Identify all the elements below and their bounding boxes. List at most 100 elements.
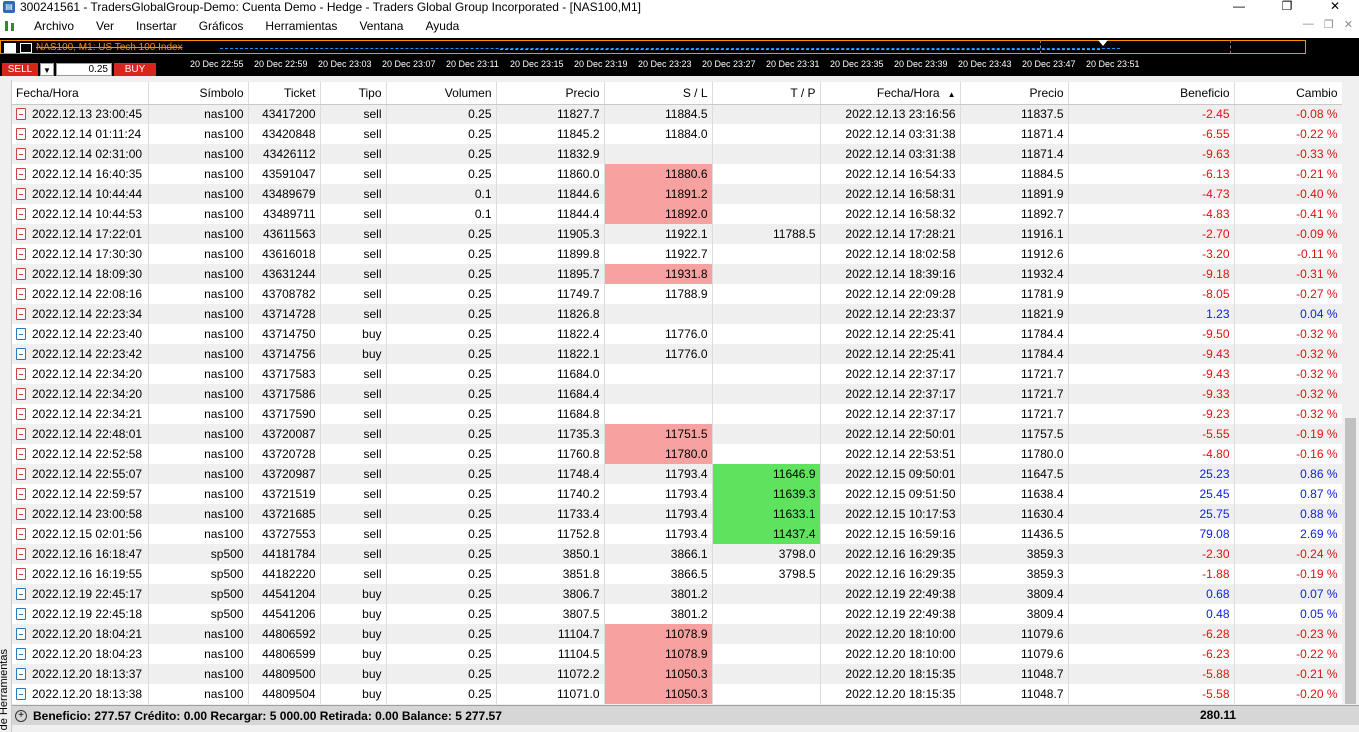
mdi-minimize-icon[interactable]: —: [1303, 18, 1314, 31]
cell-ticket: 43717586: [248, 384, 321, 404]
table-row[interactable]: 2022.12.14 22:23:40 nas100 43714750 buy 0.25…: [12, 324, 1342, 344]
minimize-button[interactable]: —: [1215, 0, 1263, 14]
col-open-price[interactable]: Precio: [496, 82, 605, 105]
menu-bar: Archivo Ver Insertar Gráficos Herramient…: [0, 14, 1359, 38]
cell-volume: 0.1: [386, 204, 497, 224]
open-time-text: 2022.12.14 22:55:07: [32, 467, 143, 481]
col-change[interactable]: Cambio: [1234, 82, 1342, 105]
table-row[interactable]: 2022.12.14 16:40:35 nas100 43591047 sell 0.2…: [12, 164, 1342, 184]
lot-size-input[interactable]: [56, 63, 112, 76]
cell-open-time: 2022.12.14 18:09:30: [12, 264, 149, 284]
menu-insertar[interactable]: Insertar: [125, 14, 188, 38]
menu-ventana[interactable]: Ventana: [348, 14, 414, 38]
table-row[interactable]: 2022.12.13 23:00:45 nas100 43417200 sell 0.2…: [12, 104, 1342, 124]
cell-tp: 3798.5: [712, 564, 821, 584]
table-row[interactable]: 2022.12.14 22:34:21 nas100 43717590 sell 0.2…: [12, 404, 1342, 424]
table-row[interactable]: 2022.12.14 02:31:00 nas100 43426112 sell 0.2…: [12, 144, 1342, 164]
cell-ticket: 43489679: [248, 184, 321, 204]
cell-change: -0.41 %: [1234, 204, 1342, 224]
table-row[interactable]: 2022.12.20 18:04:21 nas100 44806592 buy 0.25…: [12, 624, 1342, 644]
time-axis: 20 Dec 22:55 20 Dec 22:59 20 Dec 23:03 2…: [190, 59, 1150, 69]
cell-close-time: 2022.12.14 22:25:41: [820, 324, 961, 344]
cell-close-price: 11871.4: [960, 144, 1069, 164]
table-row[interactable]: 2022.12.14 22:23:42 nas100 43714756 buy 0.25…: [12, 344, 1342, 364]
cell-close-price: 11079.6: [960, 624, 1069, 644]
chart-app-icon[interactable]: [3, 19, 17, 33]
cell-change: -0.32 %: [1234, 404, 1342, 424]
cell-close-price: 11048.7: [960, 684, 1069, 704]
table-row[interactable]: 2022.12.14 22:08:16 nas100 43708782 sell 0.2…: [12, 284, 1342, 304]
chart-window[interactable]: NAS100, M1: US Tech 100 Index 20 Dec 22:…: [0, 38, 1359, 76]
toolbox-side-tab[interactable]: de Herramientas: [0, 80, 12, 732]
grid-icon: [4, 42, 16, 53]
cell-profit: -9.18: [1068, 264, 1235, 284]
table-row[interactable]: 2022.12.14 22:34:20 nas100 43717583 sell 0.2…: [12, 364, 1342, 384]
col-volume[interactable]: Volumen: [386, 82, 497, 105]
col-open-time[interactable]: Fecha/Hora: [12, 82, 149, 105]
menu-herramientas[interactable]: Herramientas: [254, 14, 348, 38]
sell-button[interactable]: SELL: [2, 63, 38, 76]
cell-volume: 0.25: [386, 584, 497, 604]
table-row[interactable]: 2022.12.19 22:45:17 sp500 44541204 buy 0.25 3…: [12, 584, 1342, 604]
open-time-text: 2022.12.14 22:34:20: [32, 367, 143, 381]
col-type[interactable]: Tipo: [320, 82, 387, 105]
cell-profit: 79.08: [1068, 524, 1235, 544]
cell-volume: 0.25: [386, 324, 497, 344]
menu-ver[interactable]: Ver: [85, 14, 125, 38]
buy-button[interactable]: BUY: [114, 63, 156, 76]
table-row[interactable]: 2022.12.16 16:18:47 sp500 44181784 sell 0.25…: [12, 544, 1342, 564]
table-row[interactable]: 2022.12.14 22:55:07 nas100 43720987 sell 0.2…: [12, 464, 1342, 484]
cell-type: sell: [320, 304, 387, 324]
table-row[interactable]: 2022.12.20 18:13:37 nas100 44809500 buy 0.25…: [12, 664, 1342, 684]
sell-order-icon: [16, 368, 26, 380]
cell-profit: 25.23: [1068, 464, 1235, 484]
col-profit[interactable]: Beneficio: [1068, 82, 1235, 105]
cell-tp: [712, 244, 821, 264]
col-symbol[interactable]: Símbolo: [148, 82, 249, 105]
table-row[interactable]: 2022.12.14 10:44:44 nas100 43489679 sell 0.1…: [12, 184, 1342, 204]
close-button[interactable]: ✕: [1311, 0, 1359, 14]
table-row[interactable]: 2022.12.14 23:00:58 nas100 43721685 sell 0.2…: [12, 504, 1342, 524]
table-row[interactable]: 2022.12.14 18:09:30 nas100 43631244 sell 0.2…: [12, 264, 1342, 284]
col-sl[interactable]: S / L: [604, 82, 713, 105]
sell-order-icon: [16, 228, 26, 240]
table-row[interactable]: 2022.12.14 22:48:01 nas100 43720087 sell 0.2…: [12, 424, 1342, 444]
table-row[interactable]: 2022.12.16 16:19:55 sp500 44182220 sell 0.25…: [12, 564, 1342, 584]
table-row[interactable]: 2022.12.19 22:45:18 sp500 44541206 buy 0.25 3…: [12, 604, 1342, 624]
cell-volume: 0.25: [386, 384, 497, 404]
table-row[interactable]: 2022.12.14 22:52:58 nas100 43720728 sell 0.2…: [12, 444, 1342, 464]
mdi-restore-icon[interactable]: ❐: [1324, 18, 1334, 31]
cell-volume: 0.25: [386, 444, 497, 464]
menu-archivo[interactable]: Archivo: [23, 14, 85, 38]
table-row[interactable]: 2022.12.14 17:30:30 nas100 43616018 sell 0.2…: [12, 244, 1342, 264]
cell-close-price: 3859.3: [960, 544, 1069, 564]
cell-change: -0.08 %: [1234, 104, 1342, 124]
table-row[interactable]: 2022.12.14 22:59:57 nas100 43721519 sell 0.2…: [12, 484, 1342, 504]
table-row[interactable]: 2022.12.20 18:13:38 nas100 44809504 buy 0.25…: [12, 684, 1342, 704]
col-tp[interactable]: T / P: [712, 82, 821, 105]
cell-ticket: 43708782: [248, 284, 321, 304]
expand-plus-icon[interactable]: +: [15, 709, 27, 722]
time-label: 20 Dec 23:23: [638, 59, 692, 69]
table-row[interactable]: 2022.12.14 22:34:20 nas100 43717586 sell 0.2…: [12, 384, 1342, 404]
table-row[interactable]: 2022.12.14 10:44:53 nas100 43489711 sell 0.1…: [12, 204, 1342, 224]
col-close-time[interactable]: Fecha/Hora ▲: [820, 82, 961, 105]
col-ticket[interactable]: Ticket: [248, 82, 321, 105]
open-time-text: 2022.12.14 22:23:34: [32, 307, 143, 321]
table-row[interactable]: 2022.12.14 22:23:34 nas100 43714728 sell 0.2…: [12, 304, 1342, 324]
table-row[interactable]: 2022.12.14 01:11:24 nas100 43420848 sell 0.2…: [12, 124, 1342, 144]
cell-type: sell: [320, 244, 387, 264]
time-label: 20 Dec 23:19: [574, 59, 628, 69]
lot-dropdown-icon[interactable]: ▼: [40, 63, 54, 76]
maximize-button[interactable]: ❐: [1263, 0, 1311, 14]
col-close-price[interactable]: Precio: [960, 82, 1069, 105]
mdi-close-icon[interactable]: ✕: [1344, 18, 1353, 31]
table-row[interactable]: 2022.12.15 02:01:56 nas100 43727553 sell 0.2…: [12, 524, 1342, 544]
scrollbar-thumb[interactable]: [1345, 418, 1356, 704]
shift-marker-icon[interactable]: [1098, 40, 1108, 46]
table-row[interactable]: 2022.12.20 18:04:23 nas100 44806599 buy 0.25…: [12, 644, 1342, 664]
menu-graficos[interactable]: Gráficos: [188, 14, 255, 38]
menu-ayuda[interactable]: Ayuda: [414, 14, 470, 38]
table-row[interactable]: 2022.12.14 17:22:01 nas100 43611563 sell 0.2…: [12, 224, 1342, 244]
cell-profit: -9.33: [1068, 384, 1235, 404]
